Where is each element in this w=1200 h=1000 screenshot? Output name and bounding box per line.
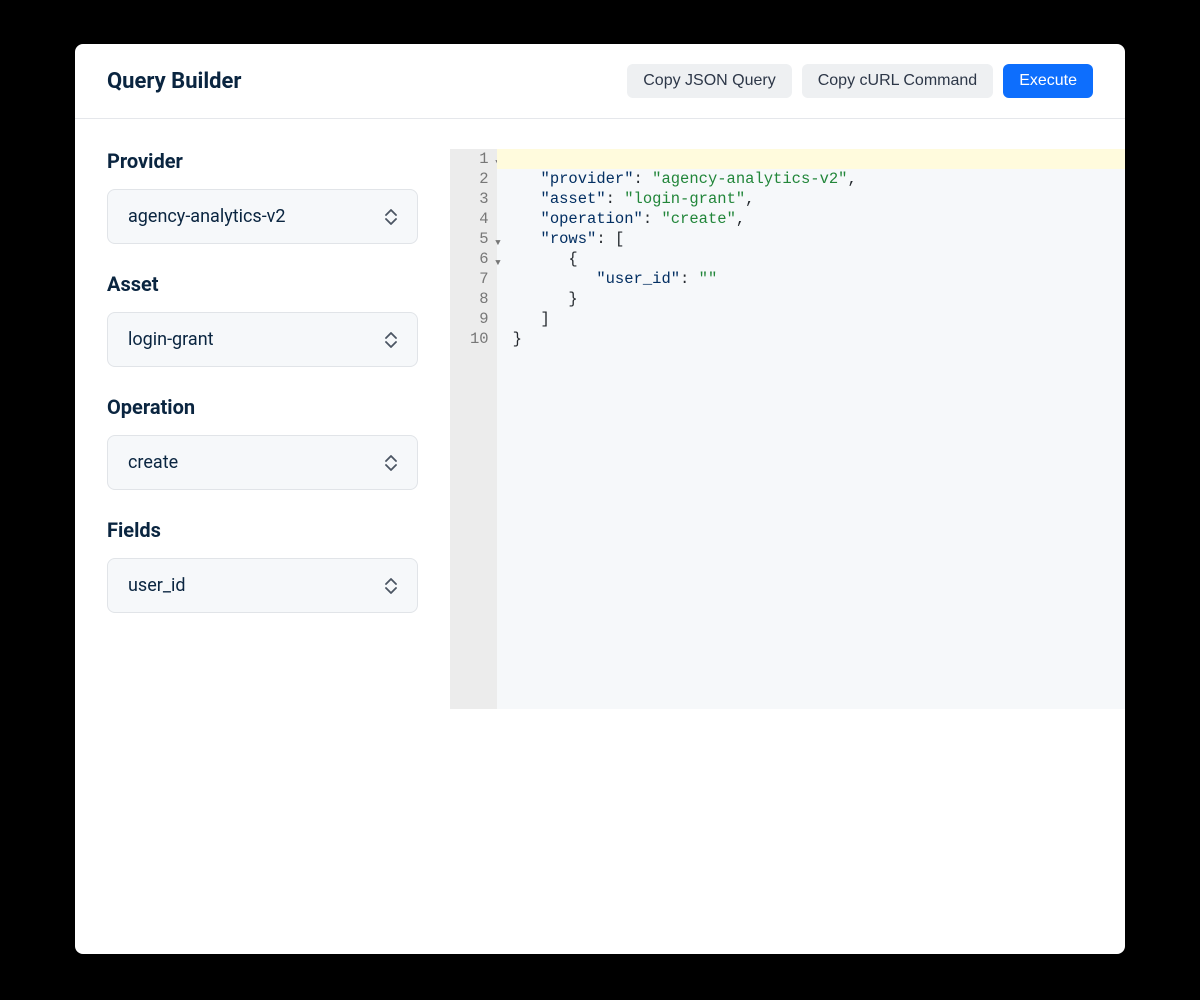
content: Provider agency-analytics-v2 Asset login… xyxy=(75,119,1125,954)
provider-field-group: Provider agency-analytics-v2 xyxy=(107,149,418,244)
line-number: 10 xyxy=(470,329,489,349)
chevron-up-down-icon xyxy=(385,332,397,348)
active-line-highlight xyxy=(497,149,1125,169)
asset-select[interactable]: login-grant xyxy=(107,312,418,367)
code-line: "operation": "create", xyxy=(513,209,1125,229)
code-line: { xyxy=(513,249,1125,269)
provider-value: agency-analytics-v2 xyxy=(128,206,286,227)
code-line: "provider": "agency-analytics-v2", xyxy=(513,169,1125,189)
operation-field-group: Operation create xyxy=(107,395,418,490)
editor-pane: 1▼ 2 3 4 5▼ 6▼ 7 8 9 10 { "provider": "a… xyxy=(450,119,1125,954)
line-number: 3 xyxy=(470,189,489,209)
chevron-up-down-icon xyxy=(385,455,397,471)
asset-label: Asset xyxy=(107,272,418,296)
code-line: "user_id": "" xyxy=(513,269,1125,289)
code-line: } xyxy=(513,289,1125,309)
execute-button[interactable]: Execute xyxy=(1003,64,1093,98)
line-number: 8 xyxy=(470,289,489,309)
line-number: 7 xyxy=(470,269,489,289)
line-number: 9 xyxy=(470,309,489,329)
fields-select[interactable]: user_id xyxy=(107,558,418,613)
code-line: } xyxy=(513,329,1125,349)
chevron-up-down-icon xyxy=(385,209,397,225)
code-line: "rows": [ xyxy=(513,229,1125,249)
code-line: ] xyxy=(513,309,1125,329)
editor-gutter: 1▼ 2 3 4 5▼ 6▼ 7 8 9 10 xyxy=(450,149,497,709)
page-title: Query Builder xyxy=(107,69,242,94)
copy-json-button[interactable]: Copy JSON Query xyxy=(627,64,791,98)
fields-value: user_id xyxy=(128,575,186,596)
fields-label: Fields xyxy=(107,518,418,542)
line-number: 5▼ xyxy=(470,229,489,249)
provider-label: Provider xyxy=(107,149,418,173)
editor-code[interactable]: { "provider": "agency-analytics-v2", "as… xyxy=(497,149,1125,709)
provider-select[interactable]: agency-analytics-v2 xyxy=(107,189,418,244)
form-sidebar: Provider agency-analytics-v2 Asset login… xyxy=(75,119,450,954)
fields-field-group: Fields user_id xyxy=(107,518,418,613)
header-buttons: Copy JSON Query Copy cURL Command Execut… xyxy=(627,64,1093,98)
header: Query Builder Copy JSON Query Copy cURL … xyxy=(75,44,1125,119)
code-editor[interactable]: 1▼ 2 3 4 5▼ 6▼ 7 8 9 10 { "provider": "a… xyxy=(450,149,1125,709)
code-line: "asset": "login-grant", xyxy=(513,189,1125,209)
operation-label: Operation xyxy=(107,395,418,419)
copy-curl-button[interactable]: Copy cURL Command xyxy=(802,64,993,98)
asset-value: login-grant xyxy=(128,329,214,350)
query-builder-window: Query Builder Copy JSON Query Copy cURL … xyxy=(75,44,1125,954)
operation-value: create xyxy=(128,452,178,473)
line-number: 4 xyxy=(470,209,489,229)
line-number: 1▼ xyxy=(470,149,489,169)
chevron-up-down-icon xyxy=(385,578,397,594)
line-number: 2 xyxy=(470,169,489,189)
operation-select[interactable]: create xyxy=(107,435,418,490)
line-number: 6▼ xyxy=(470,249,489,269)
asset-field-group: Asset login-grant xyxy=(107,272,418,367)
